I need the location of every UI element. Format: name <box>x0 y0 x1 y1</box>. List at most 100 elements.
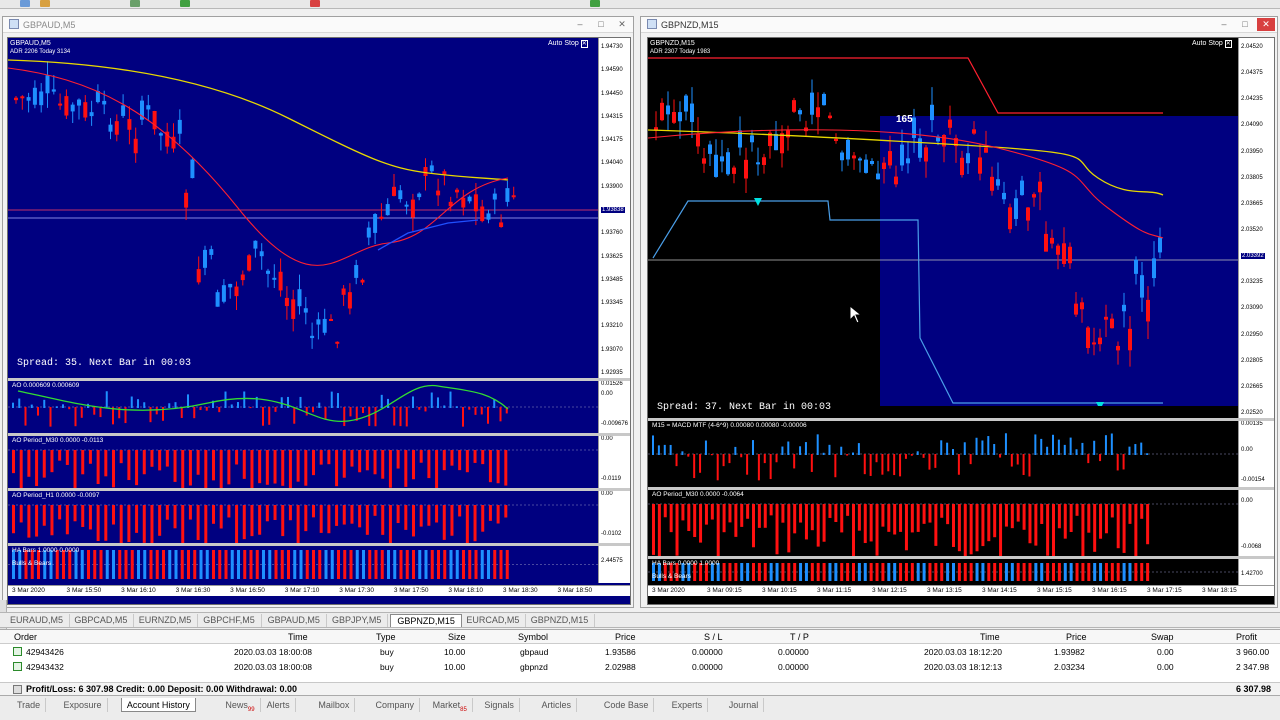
col-time[interactable]: Time <box>288 632 308 642</box>
candle <box>284 297 289 307</box>
terminal-tab[interactable]: Signals <box>479 698 520 712</box>
window-titlebar[interactable]: GBPAUD,M5 – □ ✕ <box>3 17 633 33</box>
candle <box>196 269 201 283</box>
col-type[interactable]: Type <box>376 632 396 642</box>
col-symbol[interactable]: Symbol <box>518 632 548 642</box>
histogram-bar <box>834 454 837 478</box>
terminal-tab[interactable]: Account History <box>120 698 196 712</box>
terminal-tab[interactable]: Exposure <box>59 698 108 712</box>
terminal-tab[interactable]: Company <box>371 698 421 712</box>
price-pane[interactable]: GBPAUD,M5 ADR 2206 Today 3134 Auto Stop … <box>8 38 598 378</box>
chart-tab[interactable]: GBPCAD,M5 <box>68 614 135 627</box>
ao-m30-pane[interactable]: AO Period_M30 0.0000 -0.0113 <box>8 436 598 492</box>
histogram-bar <box>412 450 415 480</box>
terminal-tab[interactable]: Alerts <box>262 698 296 712</box>
close-icon[interactable]: ✕ <box>613 18 631 31</box>
macd-pane[interactable]: M15 = MACD MTF (4-6^9) 0.00080 0.00080 -… <box>648 421 1238 487</box>
terminal-tab[interactable]: Trade <box>12 698 47 712</box>
toolbar-icon[interactable] <box>20 0 30 7</box>
histogram-bar <box>722 504 726 533</box>
close-icon[interactable]: ✕ <box>1224 40 1232 48</box>
chart-tab[interactable]: GBPJPY,M5 <box>326 614 389 627</box>
histogram-bar <box>993 504 997 538</box>
chart-window-gbpaud[interactable]: GBPAUD,M5 – □ ✕ GBPAUD,M5 ADR 2206 Today… <box>2 16 634 608</box>
price-axis[interactable]: 2.04520 2.04375 2.04235 2.04090 2.03950 2.038… <box>1238 38 1274 418</box>
ao-pane[interactable]: AO 0.000609 0.000609 <box>8 381 598 433</box>
histogram-bar <box>305 407 308 416</box>
histogram-bar <box>427 450 431 479</box>
chart-window-gbpnzd[interactable]: GBPNZD,M15 – □ ✕ GBPNZD,M15 ADR 2307 Tod… <box>640 16 1278 608</box>
col-order[interactable]: Order <box>14 632 37 642</box>
pane-label: AO Period_M30 0.0000 -0.0064 <box>652 491 744 498</box>
ha-bar <box>437 550 440 579</box>
chart-area[interactable]: GBPAUD,M5 ADR 2206 Today 3134 Auto Stop … <box>7 37 631 605</box>
col-close-time[interactable]: Time <box>980 632 1000 642</box>
maximize-icon[interactable]: □ <box>592 18 610 31</box>
chart-tab[interactable]: EURCAD,M5 <box>460 614 527 627</box>
chart-area[interactable]: GBPNZD,M15 ADR 2307 Today 1983 Auto Stop… <box>647 37 1275 605</box>
chart-tab[interactable]: GBPCHF,M5 <box>197 614 262 627</box>
autostop-label[interactable]: Auto Stop ✕ <box>548 40 588 48</box>
histogram-bar <box>365 450 369 471</box>
col-profit[interactable]: Profit <box>1236 632 1257 642</box>
ha-bar <box>916 563 920 581</box>
toolbar-icon[interactable] <box>130 0 140 7</box>
histogram-bar <box>1099 504 1103 539</box>
histogram-bar <box>188 450 192 486</box>
histogram-bar <box>142 450 146 475</box>
minimize-icon[interactable]: – <box>1215 18 1233 31</box>
maximize-icon[interactable]: □ <box>1236 18 1254 31</box>
price-axis[interactable]: 1.94730 1.94590 1.94450 1.94315 1.94175 1.940… <box>598 38 630 378</box>
col-close-price[interactable]: Price <box>1066 632 1087 642</box>
ha-bar <box>55 550 59 579</box>
ao-histogram-svg <box>8 384 598 427</box>
col-price[interactable]: Price <box>615 632 636 642</box>
histogram-bar <box>350 450 354 467</box>
table-row[interactable]: 42943426 2020.03.03 18:00:08 buy 10.00 g… <box>0 645 1280 659</box>
autostop-label[interactable]: Auto Stop ✕ <box>1192 40 1232 48</box>
histogram-bar <box>181 505 185 547</box>
terminal-tab[interactable]: Articles <box>537 698 578 712</box>
minimize-icon[interactable]: – <box>571 18 589 31</box>
ao-h1-pane[interactable]: AO Period_H1 0.0000 -0.0097 <box>8 491 598 547</box>
terminal-tab[interactable]: Market85 <box>428 698 473 713</box>
toolbar-icon[interactable] <box>590 0 600 7</box>
toolbar-icon[interactable] <box>310 0 320 7</box>
histogram-bar <box>940 504 944 518</box>
histogram-bar <box>657 445 660 455</box>
col-size[interactable]: Size <box>448 632 466 642</box>
candle <box>1026 207 1030 221</box>
ha-bars-pane[interactable]: HA Bars 0.0000 1.0000 Bulls & Bears <box>648 559 1238 585</box>
histogram-bar <box>27 505 31 538</box>
toolbar-icon[interactable] <box>180 0 190 7</box>
candle <box>1158 237 1162 253</box>
col-tp[interactable]: T / P <box>790 632 809 642</box>
chart-tab[interactable]: GBPAUD,M5 <box>262 614 327 627</box>
terminal-tab[interactable]: Mailbox <box>313 698 356 712</box>
histogram-bar <box>763 454 766 464</box>
chart-tab[interactable]: GBPNZD,M15 <box>525 614 596 627</box>
ha-bar <box>763 563 767 581</box>
col-swap[interactable]: Swap <box>1151 632 1174 642</box>
ha-bars-pane[interactable]: HA Bars 1.0000 0.0000 Bulls & Bears <box>8 546 598 583</box>
terminal-tab[interactable]: Experts <box>667 698 709 712</box>
histogram-bar <box>165 450 169 467</box>
chart-tab[interactable]: GBPNZD,M15 <box>390 614 462 627</box>
col-sl[interactable]: S / L <box>704 632 723 642</box>
table-row[interactable]: 42943432 2020.03.03 18:00:08 buy 10.00 g… <box>0 660 1280 674</box>
histogram-bar <box>12 450 15 474</box>
window-titlebar[interactable]: GBPNZD,M15 – □ ✕ <box>641 17 1277 33</box>
terminal-tab[interactable]: Journal <box>724 698 765 712</box>
ha-bar <box>293 550 297 579</box>
ao-m30-pane[interactable]: AO Period_M30 0.0000 -0.0064 <box>648 490 1238 560</box>
histogram-bar <box>499 407 502 422</box>
close-icon[interactable]: ✕ <box>580 40 588 48</box>
terminal-tab[interactable]: Code Base <box>599 698 655 712</box>
terminal-tab[interactable]: News99 <box>220 698 261 713</box>
price-pane[interactable]: GBPNZD,M15 ADR 2307 Today 1983 Auto Stop… <box>648 38 1238 413</box>
close-icon[interactable]: ✕ <box>1257 18 1275 31</box>
candle <box>1146 299 1150 322</box>
toolbar-icon[interactable] <box>40 0 50 7</box>
chart-tab[interactable]: EURAUD,M5 <box>4 614 71 627</box>
chart-tab[interactable]: EURNZD,M5 <box>133 614 199 627</box>
